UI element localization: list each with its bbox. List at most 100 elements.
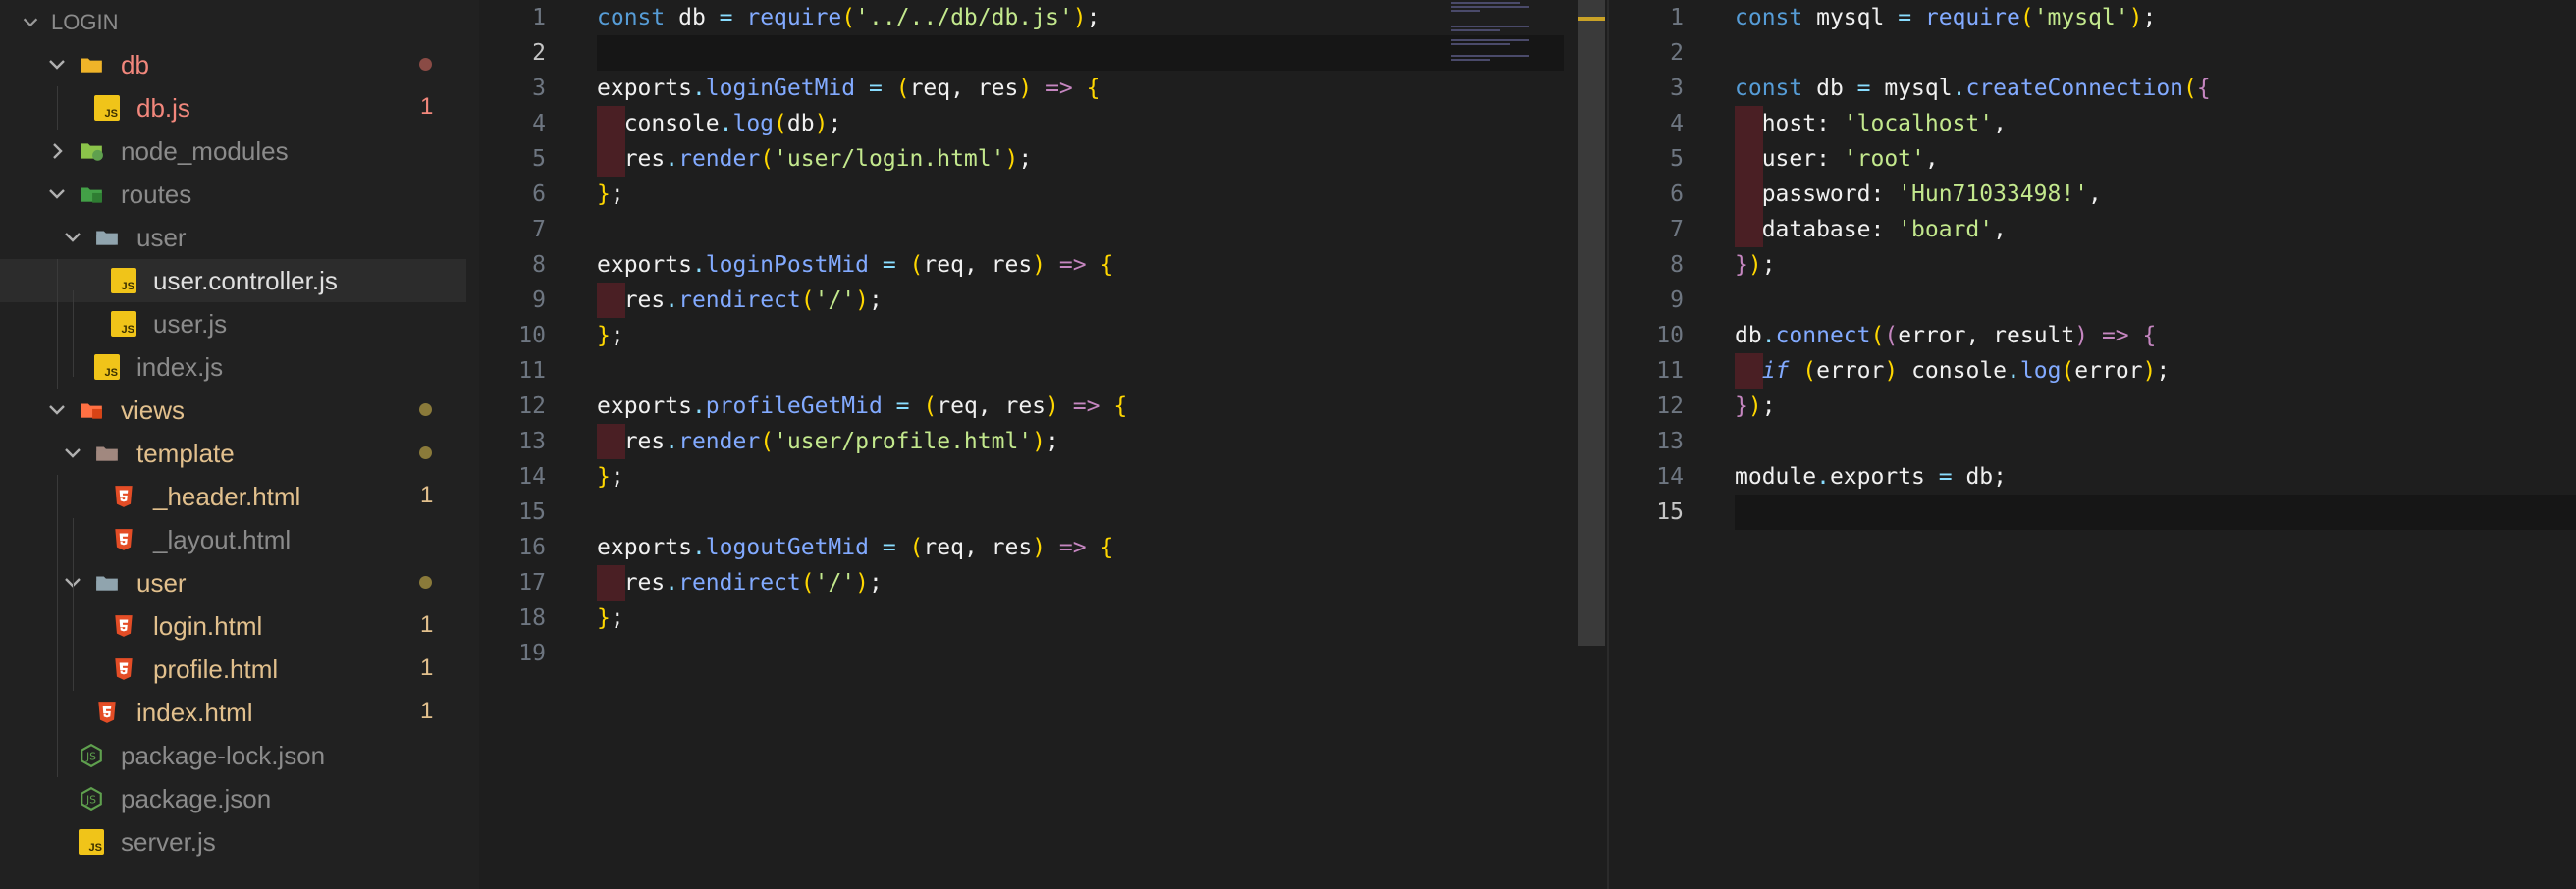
chevron-down-icon[interactable] xyxy=(45,183,69,206)
code-text: }; xyxy=(597,605,624,631)
code-text: exports.profileGetMid = (req, res) => { xyxy=(597,393,1128,419)
code-line[interactable]: 13 res.render('user/profile.html'); xyxy=(479,424,1608,459)
tree-item--header-html[interactable]: _header.html 1 xyxy=(0,475,466,518)
left-editor-minimap[interactable] xyxy=(1447,0,1575,78)
code-text: res.rendirect('/'); xyxy=(597,288,883,313)
code-line[interactable]: 6 password: 'Hun71033498!', xyxy=(1609,177,2576,212)
folder-open-icon xyxy=(96,231,118,245)
tree-item-index-html[interactable]: index.html 1 xyxy=(0,691,466,734)
tree-item-user[interactable]: user xyxy=(0,561,466,604)
line-number: 5 xyxy=(1670,146,1684,172)
line-number: 9 xyxy=(1670,288,1684,313)
nodejs-json-icon: JS xyxy=(80,786,102,811)
code-line[interactable]: 11 xyxy=(479,353,1608,389)
code-line[interactable]: 8 exports.loginPostMid = (req, res) => { xyxy=(479,247,1608,283)
tree-item-profile-html[interactable]: profile.html 1 xyxy=(0,648,466,691)
code-line[interactable]: 7 xyxy=(479,212,1608,247)
tree-item-package-lock-json[interactable]: JS package-lock.json xyxy=(0,734,466,777)
explorer-sidebar: LOGIN db JS db.js 1 node_modules routes user JS… xyxy=(0,0,479,889)
indent-guide xyxy=(57,259,58,389)
js-file-icon: JS xyxy=(94,354,120,380)
code-line[interactable]: 1 const db = require('../../db/db.js'); xyxy=(479,0,1608,35)
line-number: 19 xyxy=(518,641,546,666)
code-line[interactable]: 11 if (error) console.log(error); xyxy=(1609,353,2576,389)
code-line[interactable]: 19 xyxy=(479,636,1608,671)
tree-item-label: template xyxy=(136,439,235,468)
tree-item-template[interactable]: template xyxy=(0,432,466,475)
code-line[interactable]: 6}; xyxy=(479,177,1608,212)
line-number: 5 xyxy=(532,146,546,172)
indent-guide xyxy=(73,518,74,604)
line-number: 2 xyxy=(532,40,546,66)
code-line[interactable]: 16 exports.logoutGetMid = (req, res) => { xyxy=(479,530,1608,565)
code-line[interactable]: 2 xyxy=(479,35,1608,71)
svg-text:JS: JS xyxy=(85,750,96,762)
tree-item-label: user.controller.js xyxy=(153,266,338,295)
code-line[interactable]: 10 db.connect((error, result) => { xyxy=(1609,318,2576,353)
code-line[interactable]: 14 module.exports = db; xyxy=(1609,459,2576,495)
code-text: const db = mysql.createConnection({ xyxy=(1735,76,2211,101)
code-line[interactable]: 10}; xyxy=(479,318,1608,353)
left-editor-scrollbar[interactable] xyxy=(1578,0,1605,646)
tree-item-routes[interactable]: routes xyxy=(0,173,466,216)
code-line[interactable]: 4 console.log(db); xyxy=(479,106,1608,141)
line-number: 17 xyxy=(518,570,546,596)
code-line[interactable]: 4 host: 'localhost', xyxy=(1609,106,2576,141)
tree-item-package-json[interactable]: JS package.json xyxy=(0,777,466,820)
explorer-section-header[interactable]: LOGIN xyxy=(0,0,466,43)
tree-item-login-html[interactable]: login.html 1 xyxy=(0,604,466,648)
tree-item-label: package-lock.json xyxy=(121,741,326,770)
code-line[interactable]: 17 res.rendirect('/'); xyxy=(479,565,1608,601)
chevron-down-icon[interactable] xyxy=(45,53,69,77)
tree-item-db[interactable]: db xyxy=(0,43,466,86)
code-line[interactable]: 3 const db = mysql.createConnection({ xyxy=(1609,71,2576,106)
svg-text:JS: JS xyxy=(85,793,96,806)
code-line[interactable]: 15 xyxy=(479,495,1608,530)
chevron-down-icon[interactable] xyxy=(61,226,84,249)
tree-item-label: package.json xyxy=(121,784,272,813)
tree-item-user-js[interactable]: JS user.js xyxy=(0,302,466,345)
js-file-icon: JS xyxy=(111,311,136,337)
code-line[interactable]: 5 res.render('user/login.html'); xyxy=(479,141,1608,177)
code-text: res.render('user/profile.html'); xyxy=(597,429,1059,454)
line-number: 16 xyxy=(518,535,546,560)
code-line[interactable]: 12 exports.profileGetMid = (req, res) => … xyxy=(479,389,1608,424)
code-line[interactable]: 18}; xyxy=(479,601,1608,636)
tree-item--layout-html[interactable]: _layout.html xyxy=(0,518,466,561)
tree-item-index-js[interactable]: JS index.js xyxy=(0,345,466,389)
code-line[interactable]: 8}); xyxy=(1609,247,2576,283)
code-line[interactable]: 1 const mysql = require('mysql'); xyxy=(1609,0,2576,35)
code-line[interactable]: 5 user: 'root', xyxy=(1609,141,2576,177)
line-number: 12 xyxy=(1656,393,1684,419)
chevron-down-icon[interactable] xyxy=(61,442,84,465)
js-file-icon: JS xyxy=(94,95,120,121)
tree-item-label: _layout.html xyxy=(153,525,292,554)
line-number: 15 xyxy=(1656,499,1684,525)
line-number: 7 xyxy=(1670,217,1684,242)
chevron-right-icon[interactable] xyxy=(45,139,69,163)
code-line[interactable]: 15 xyxy=(1609,495,2576,530)
modified-dot xyxy=(419,446,432,459)
tree-item-node-modules[interactable]: node_modules xyxy=(0,130,466,173)
tree-item-label: user xyxy=(136,223,187,252)
code-line[interactable]: 9 res.rendirect('/'); xyxy=(479,283,1608,318)
tree-item-user[interactable]: user xyxy=(0,216,466,259)
tree-item-views[interactable]: views xyxy=(0,389,466,432)
code-line[interactable]: 2 xyxy=(1609,35,2576,71)
tree-item-user-controller-js[interactable]: JS user.controller.js xyxy=(0,259,466,302)
code-line[interactable]: 13 xyxy=(1609,424,2576,459)
line-number: 4 xyxy=(1670,111,1684,136)
right-editor[interactable]: 1 const mysql = require('mysql'); 2 3 const … xyxy=(1609,0,2576,889)
tree-item-label: user xyxy=(136,568,187,598)
tree-item-db-js[interactable]: JS db.js 1 xyxy=(0,86,466,130)
chevron-down-icon[interactable] xyxy=(45,398,69,422)
tree-item-server-js[interactable]: JS server.js xyxy=(0,820,466,863)
code-line[interactable]: 12}); xyxy=(1609,389,2576,424)
code-line[interactable]: 3 exports.loginGetMid = (req, res) => { xyxy=(479,71,1608,106)
left-editor[interactable]: 1 const db = require('../../db/db.js'); 2 3… xyxy=(479,0,1608,889)
code-line[interactable]: 7 database: 'board', xyxy=(1609,212,2576,247)
code-line[interactable]: 14}; xyxy=(479,459,1608,495)
line-number: 11 xyxy=(1656,358,1684,384)
modified-dot xyxy=(419,58,432,71)
code-line[interactable]: 9 xyxy=(1609,283,2576,318)
